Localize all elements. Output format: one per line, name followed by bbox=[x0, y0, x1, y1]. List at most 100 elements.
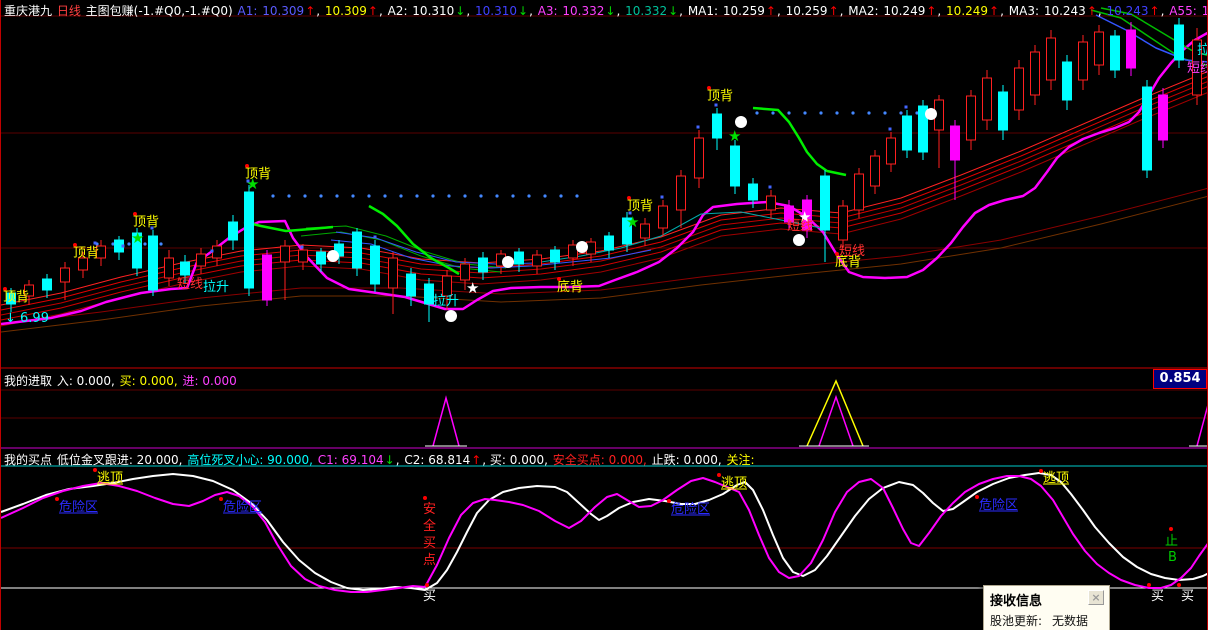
text-segment: 止跌: 0.000, bbox=[647, 453, 726, 467]
text-segment: , bbox=[1000, 4, 1008, 18]
text-segment: 低位金叉跟进: 20.000, bbox=[56, 453, 187, 467]
svg-text:顶背: 顶背 bbox=[627, 199, 653, 214]
text-segment: ↑ bbox=[926, 4, 937, 18]
text-segment: , bbox=[839, 4, 848, 18]
svg-text:B: B bbox=[1168, 550, 1177, 565]
text-segment: ↑ bbox=[765, 4, 776, 18]
text-segment: 我的买点 bbox=[4, 453, 56, 467]
text-segment: 入: 0.000, bbox=[56, 374, 119, 388]
svg-text:买: 买 bbox=[423, 589, 436, 604]
popup-row: 股池更新: 无数据 bbox=[990, 612, 1103, 629]
text-segment: C1: 69.104 bbox=[317, 453, 384, 467]
text-segment: 10.309 bbox=[324, 4, 367, 18]
svg-text:拉升: 拉升 bbox=[1197, 43, 1208, 58]
text-segment: ↓ bbox=[605, 4, 616, 18]
text-segment: C2: 68.814 bbox=[404, 453, 471, 467]
svg-text:止: 止 bbox=[1165, 534, 1178, 549]
text-segment: 买: 0.000, bbox=[119, 374, 182, 388]
text-segment: , 买: 0.000, bbox=[482, 453, 552, 467]
text-segment: , bbox=[395, 453, 404, 467]
svg-text:↓ 6.99: ↓ 6.99 bbox=[5, 311, 49, 326]
svg-text:买: 买 bbox=[1151, 589, 1164, 604]
text-segment: 日线 bbox=[56, 4, 81, 18]
popup-row-value: 无数据 bbox=[1052, 614, 1089, 628]
text-segment: , bbox=[937, 4, 946, 18]
star-marker: ★ bbox=[131, 229, 144, 247]
text-segment: , bbox=[776, 4, 785, 18]
text-segment: ↑ bbox=[989, 4, 1000, 18]
indicator-value-box: 0.854 bbox=[1153, 369, 1207, 389]
text-segment: ↓ bbox=[455, 4, 466, 18]
svg-text:顶背: 顶背 bbox=[3, 290, 29, 305]
text-segment: 10.332 bbox=[625, 4, 668, 18]
svg-text:买: 买 bbox=[423, 536, 436, 551]
svg-text:顶背: 顶背 bbox=[133, 215, 159, 230]
svg-text:全: 全 bbox=[423, 518, 436, 534]
svg-text:买: 买 bbox=[1181, 589, 1194, 604]
text-segment: A1: bbox=[237, 4, 262, 18]
popup-row-label: 股池更新: bbox=[990, 614, 1043, 628]
text-segment: , bbox=[466, 4, 474, 18]
text-segment: ↑ bbox=[1149, 4, 1160, 18]
text-segment: A55: bbox=[1169, 4, 1201, 18]
svg-text:点: 点 bbox=[423, 553, 436, 568]
text-segment: 10.243 bbox=[1106, 4, 1149, 18]
text-segment: ↑ bbox=[305, 4, 316, 18]
text-segment: A3: bbox=[537, 4, 562, 18]
text-segment: 重庆港九 bbox=[4, 4, 56, 18]
svg-text:顶背: 顶背 bbox=[245, 167, 271, 182]
svg-text:顶背: 顶背 bbox=[707, 89, 733, 104]
star-marker: ★ bbox=[728, 127, 741, 145]
text-segment: MA2: bbox=[848, 4, 883, 18]
title-indicator-bar: 重庆港九 日线 主图包赚(-1.#Q0,-1.#Q0) A1: 10.309↑,… bbox=[4, 2, 1207, 19]
text-segment: 主图包赚(-1.#Q0,-1.#Q0) bbox=[81, 4, 237, 18]
close-icon[interactable]: × bbox=[1088, 590, 1104, 605]
text-segment: 10.332 bbox=[562, 4, 605, 18]
text-segment: A2: bbox=[387, 4, 412, 18]
buy-panel-indicator-row: 我的买点 低位金叉跟进: 20.000, 高位死叉小心: 90.000, C1:… bbox=[4, 451, 756, 468]
text-segment: 进: 0.000 bbox=[182, 374, 237, 388]
text-segment: 我的进取 bbox=[4, 374, 56, 388]
svg-text:短线: 短线 bbox=[177, 277, 203, 292]
star-marker: ★ bbox=[626, 213, 639, 231]
text-segment: ↑ bbox=[471, 453, 482, 467]
text-segment: 10.249 bbox=[946, 4, 989, 18]
svg-text:底背: 底背 bbox=[557, 279, 583, 295]
text-segment: 高位死叉小心: 90.000, bbox=[187, 453, 317, 467]
text-segment: ↓ bbox=[384, 453, 395, 467]
text-segment: 安全买点: 0.000, bbox=[552, 453, 647, 467]
svg-text:短线: 短线 bbox=[839, 244, 865, 259]
text-segment: MA3: bbox=[1008, 4, 1043, 18]
text-segment: , bbox=[316, 4, 324, 18]
popup-title: 接收信息 bbox=[990, 594, 1043, 609]
text-segment: , bbox=[1160, 4, 1169, 18]
text-segment: 10.310 bbox=[475, 4, 517, 18]
svg-text:短线: 短线 bbox=[1187, 61, 1208, 76]
text-segment: 10.259 bbox=[785, 4, 828, 18]
chart-svg[interactable]: ★★★★★★顶背顶背顶背顶背顶背顶背底背底背短线短线短线拉升拉升↓ 6.99短线… bbox=[1, 0, 1208, 630]
text-segment: 10.309 bbox=[262, 4, 305, 18]
text-segment: ↓ bbox=[668, 4, 679, 18]
text-segment: ↓ bbox=[518, 4, 529, 18]
text-segment: , bbox=[616, 4, 625, 18]
text-segment: 10.410 bbox=[1202, 4, 1207, 18]
text-segment: ↑ bbox=[367, 4, 378, 18]
text-segment: , bbox=[378, 4, 387, 18]
svg-text:拉升: 拉升 bbox=[433, 294, 459, 309]
svg-text:短线: 短线 bbox=[787, 219, 813, 234]
receive-info-popup: 接收信息 × 股池更新: 无数据 PPF更新: 无数据 bbox=[983, 585, 1110, 630]
text-segment: 10.310 bbox=[412, 4, 455, 18]
star-marker: ★ bbox=[466, 279, 479, 297]
text-segment: MA1: bbox=[687, 4, 722, 18]
svg-text:顶背: 顶背 bbox=[73, 246, 99, 261]
text-segment: , bbox=[1097, 4, 1106, 18]
svg-text:安: 安 bbox=[423, 502, 436, 517]
trading-app-window: ★★★★★★顶背顶背顶背顶背顶背顶背底背底背短线短线短线拉升拉升↓ 6.99短线… bbox=[0, 0, 1208, 630]
text-segment: ↑ bbox=[1086, 4, 1097, 18]
text-segment: 关注: bbox=[726, 453, 755, 467]
text-segment: ↑ bbox=[828, 4, 839, 18]
text-segment: 10.243 bbox=[1043, 4, 1086, 18]
text-segment: , bbox=[529, 4, 537, 18]
text-segment: 10.259 bbox=[722, 4, 765, 18]
mid-panel-indicator-row: 我的进取 入: 0.000, 买: 0.000, 进: 0.000 bbox=[4, 372, 238, 389]
